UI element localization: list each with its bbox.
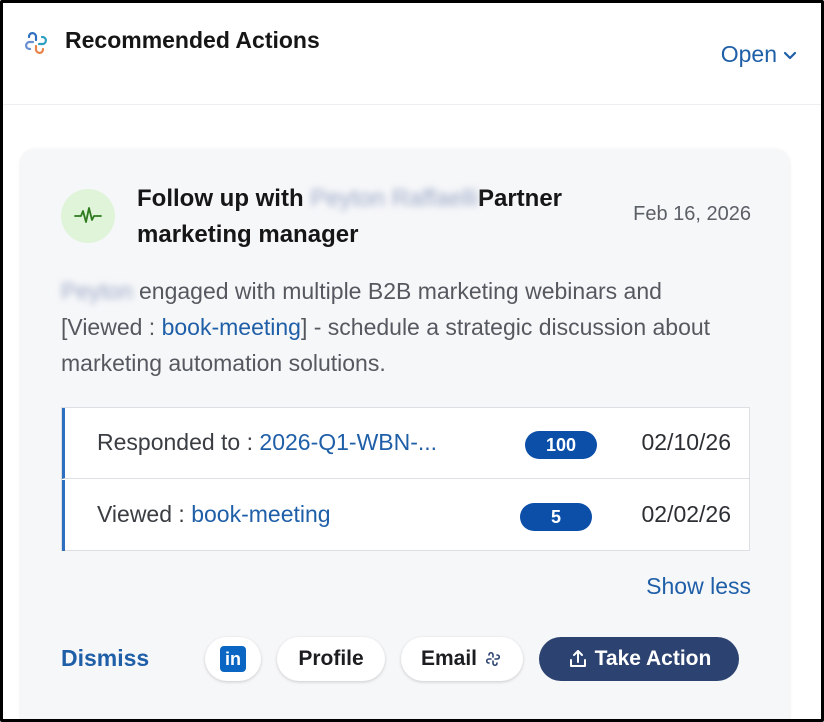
profile-button[interactable]: Profile bbox=[277, 637, 385, 681]
event-link[interactable]: book-meeting bbox=[191, 501, 330, 527]
recommended-actions-panel: Recommended Actions Open Follow up with … bbox=[0, 0, 824, 722]
email-button-label: Email bbox=[420, 647, 478, 670]
event-count-badge: 100 bbox=[525, 431, 597, 459]
activity-badge bbox=[61, 189, 115, 243]
description-link[interactable]: book-meeting bbox=[162, 314, 301, 340]
panel-title: Recommended Actions bbox=[65, 27, 320, 53]
action-bar: Dismiss in Profile Email Take Action bbox=[61, 637, 761, 683]
activity-pulse-icon bbox=[74, 207, 102, 223]
chevron-down-icon bbox=[783, 51, 797, 59]
event-count-badge: 5 bbox=[520, 503, 592, 531]
event-link[interactable]: 2026-Q1-WBN-... bbox=[259, 429, 437, 455]
panel-header: Recommended Actions Open bbox=[3, 3, 821, 105]
contact-name-redacted: Peyton Raffaelli bbox=[310, 185, 478, 212]
recommendation-card: Follow up with Peyton RaffaelliPartner m… bbox=[21, 149, 789, 719]
ai-sparkle-icon bbox=[485, 651, 501, 667]
profile-button-label: Profile bbox=[298, 647, 364, 670]
linkedin-icon: in bbox=[220, 646, 246, 672]
status-dropdown-label: Open bbox=[720, 41, 777, 67]
recommendation-description: Peyton engaged with multiple B2B marketi… bbox=[61, 273, 741, 381]
event-date: 02/02/26 bbox=[641, 501, 731, 527]
linkedin-button[interactable]: in bbox=[205, 637, 261, 681]
share-upload-icon bbox=[569, 650, 586, 667]
show-less-link[interactable]: Show less bbox=[646, 573, 751, 600]
event-date: 02/10/26 bbox=[641, 429, 731, 455]
event-label: Responded to : 2026-Q1-WBN-... bbox=[97, 429, 437, 456]
status-dropdown[interactable]: Open bbox=[721, 41, 797, 68]
engagement-events-list: Responded to : 2026-Q1-WBN-... 100 02/10… bbox=[61, 407, 750, 551]
event-type: Responded to : bbox=[97, 429, 260, 455]
card-title: Follow up with Peyton RaffaelliPartner m… bbox=[137, 181, 607, 253]
event-row: Responded to : 2026-Q1-WBN-... 100 02/10… bbox=[62, 408, 749, 479]
take-action-button[interactable]: Take Action bbox=[539, 637, 739, 681]
email-button[interactable]: Email bbox=[401, 637, 523, 681]
app-logo-icon bbox=[25, 32, 47, 54]
event-row: Viewed : book-meeting 5 02/02/26 bbox=[62, 480, 749, 551]
recommendation-date: Feb 16, 2026 bbox=[633, 203, 751, 225]
dismiss-button[interactable]: Dismiss bbox=[61, 645, 149, 672]
event-type: Viewed : bbox=[97, 501, 192, 527]
take-action-label: Take Action bbox=[594, 647, 712, 670]
title-prefix: Follow up with bbox=[137, 185, 304, 212]
event-label: Viewed : book-meeting bbox=[97, 501, 331, 528]
description-name-redacted: Peyton bbox=[61, 278, 133, 304]
